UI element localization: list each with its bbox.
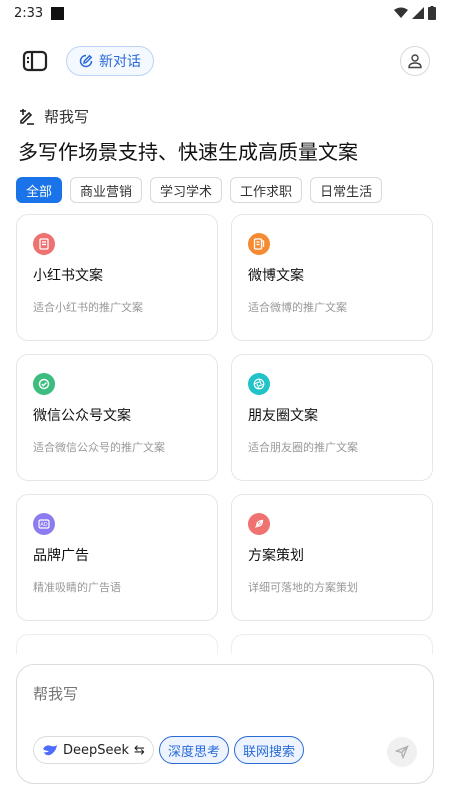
deepseek-whale-icon [43, 745, 57, 756]
tab-business-marketing[interactable]: 商业营销 [70, 177, 143, 203]
card-desc: 适合朋友圈的推广文案 [248, 441, 358, 454]
swap-icon: ⇆ [134, 742, 145, 758]
section-label: 帮我写 [18, 106, 89, 127]
card-title: 微博文案 [248, 268, 304, 284]
new-chat-icon [79, 54, 93, 68]
notification-icon [51, 6, 65, 20]
composer: DeepSeek ⇆ 深度思考 联网搜索 [16, 664, 434, 784]
status-icons [394, 6, 436, 20]
sidebar-icon [22, 50, 48, 72]
new-chat-label: 新对话 [99, 54, 141, 70]
rocket-icon [248, 513, 270, 535]
send-button[interactable] [387, 737, 417, 767]
card-xiaohongshu[interactable]: 小红书文案 适合小红书的推广文案 [16, 214, 218, 341]
status-bar: 2:33 [0, 0, 450, 26]
card-desc: 适合微信公众号的推广文案 [33, 441, 165, 454]
card-desc: 适合微博的推广文案 [248, 301, 347, 314]
card-title: 小红书文案 [33, 268, 103, 284]
card-title: 品牌广告 [33, 548, 89, 564]
aperture-icon [248, 373, 270, 395]
card-wechat-official[interactable]: 微信公众号文案 适合微信公众号的推广文案 [16, 354, 218, 481]
signal-icon [412, 7, 424, 19]
composer-tools: DeepSeek ⇆ 深度思考 联网搜索 [33, 736, 304, 764]
web-search-toggle[interactable]: 联网搜索 [233, 736, 304, 764]
svg-text:AD: AD [40, 522, 47, 528]
new-chat-button[interactable]: 新对话 [66, 46, 154, 76]
tab-daily-life[interactable]: 日常生活 [310, 177, 383, 203]
card-desc: 适合小红书的推广文案 [33, 301, 143, 314]
check-badge-icon [33, 373, 55, 395]
write-icon [20, 108, 34, 125]
ad-icon: AD [33, 513, 55, 535]
weibo-doc-icon [248, 233, 270, 255]
card-desc: 详细可落地的方案策划 [248, 581, 358, 594]
deep-think-toggle[interactable]: 深度思考 [158, 736, 229, 764]
tab-study-academic[interactable]: 学习学术 [150, 177, 223, 203]
top-bar: 新对话 [0, 44, 450, 78]
wifi-icon [394, 7, 408, 18]
tab-all[interactable]: 全部 [16, 177, 63, 203]
card-title: 方案策划 [248, 548, 304, 564]
status-time: 2:33 [14, 5, 44, 21]
page-headline: 多写作场景支持、快速生成高质量文案 [18, 140, 358, 164]
category-tabs: 全部 商业营销 学习学术 工作求职 日常生活 [16, 177, 450, 203]
card-title: 朋友圈文案 [248, 408, 318, 424]
section-title: 帮我写 [44, 108, 90, 126]
profile-button[interactable] [400, 46, 430, 76]
user-icon [408, 54, 422, 69]
more-cards-peek [16, 634, 434, 654]
send-icon [395, 745, 409, 759]
card-peek [231, 634, 433, 654]
template-grid: 小红书文案 适合小红书的推广文案 微博文案 适合微博的推广文案 微信公众号文案 … [16, 214, 434, 621]
card-peek [16, 634, 218, 654]
card-moments[interactable]: 朋友圈文案 适合朋友圈的推广文案 [231, 354, 433, 481]
model-selector-button[interactable]: DeepSeek ⇆ [33, 736, 154, 764]
card-brand-ad[interactable]: AD 品牌广告 精准吸睛的广告语 [16, 494, 218, 621]
card-plan[interactable]: 方案策划 详细可落地的方案策划 [231, 494, 433, 621]
composer-input[interactable] [33, 685, 413, 703]
card-desc: 精准吸睛的广告语 [33, 581, 121, 594]
model-label: DeepSeek [63, 742, 130, 758]
card-weibo[interactable]: 微博文案 适合微博的推广文案 [231, 214, 433, 341]
battery-icon [428, 6, 436, 20]
sidebar-toggle-button[interactable] [20, 46, 50, 76]
tab-work-job[interactable]: 工作求职 [230, 177, 303, 203]
card-title: 微信公众号文案 [33, 408, 131, 424]
document-icon [33, 233, 55, 255]
